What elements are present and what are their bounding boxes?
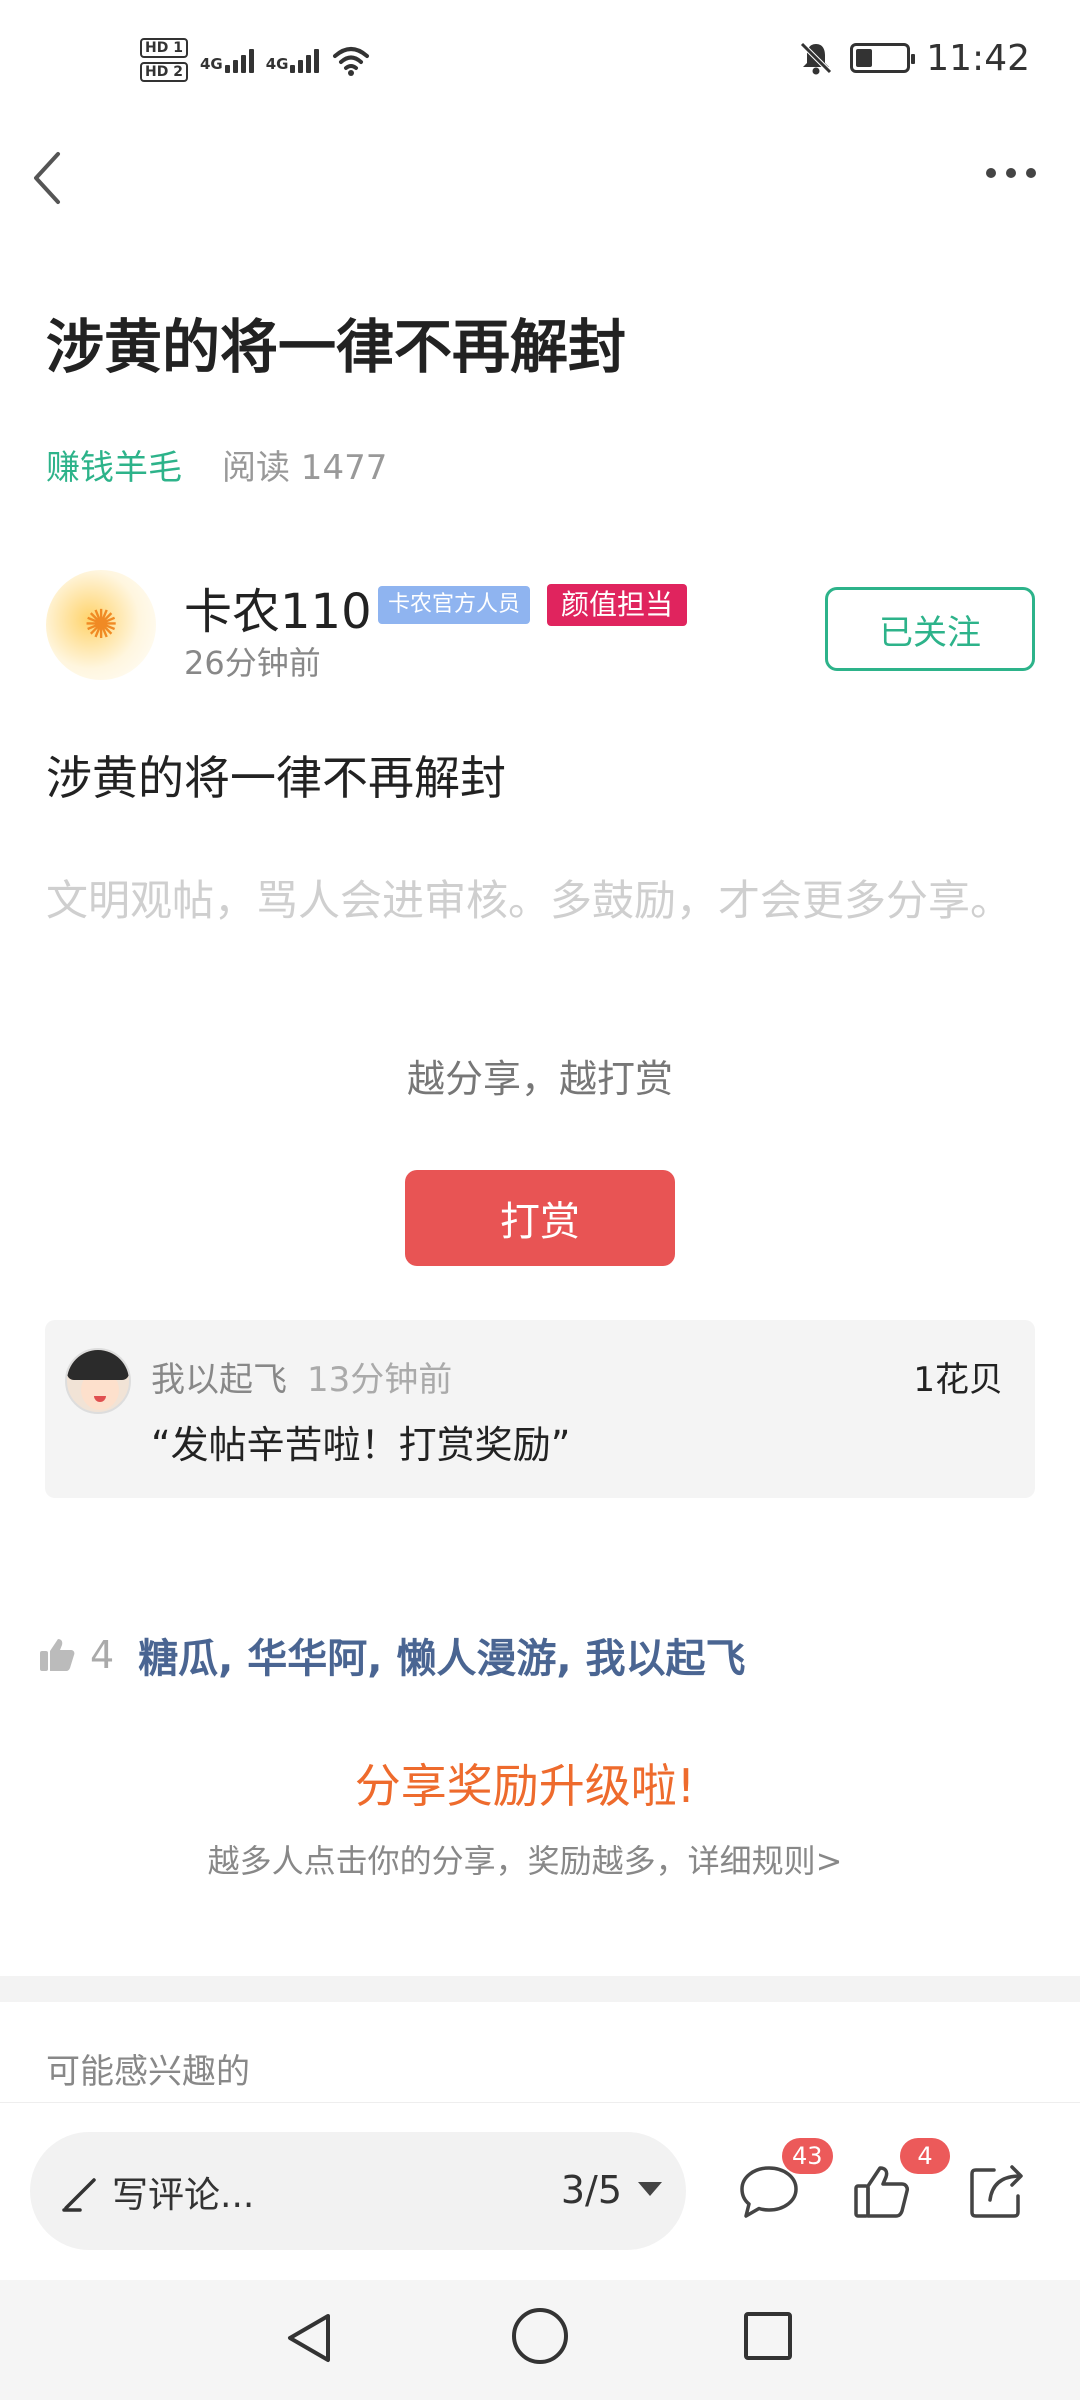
sim1-label: HD 1 [140, 38, 188, 58]
tip-record-card: 我以起飞 13分钟前 1花贝 “发帖辛苦啦！打赏奖励” [45, 1320, 1035, 1498]
sim2-label: HD 2 [140, 62, 188, 82]
status-bar-left: HD 1 HD 2 4G 4G [140, 34, 371, 86]
like-count: 4 [90, 1633, 115, 1677]
sim-indicators: HD 1 HD 2 [140, 38, 188, 82]
caret-down-icon[interactable] [638, 2182, 662, 2196]
page-indicator[interactable]: 3/5 [561, 2168, 622, 2212]
share-reward-text: 越分享，越打赏 [406, 1057, 673, 1101]
tip-amount: 1花贝 [913, 1360, 1003, 1400]
liker-names[interactable]: 糖瓜, 华华阿, 懒人漫游, 我以起飞 [138, 1626, 745, 1684]
network-2-label: 4G [265, 55, 289, 73]
upgrade-rules-link[interactable]: 越多人点击你的分享，奖励越多，详细规则> [0, 1836, 1050, 1882]
thumb-up-icon [40, 1639, 75, 1671]
nav-recent-icon[interactable] [744, 2312, 792, 2360]
likes-row: 4 糖瓜, 华华阿, 懒人漫游, 我以起飞 [38, 1626, 746, 1684]
status-bar-right: 11:42 [798, 37, 1030, 79]
sun-icon: ✺ [84, 602, 118, 648]
follow-button[interactable]: 已关注 [825, 587, 1035, 671]
signal-icon [224, 47, 254, 73]
status-time: 11:42 [926, 37, 1030, 79]
network-1: 4G [200, 47, 254, 73]
tipper-avatar[interactable] [65, 1348, 131, 1414]
post-time: 26分钟前 [184, 644, 321, 682]
mute-bell-icon [800, 42, 833, 75]
post-body: 涉黄的将一律不再解封 [46, 751, 506, 805]
author-avatar[interactable]: ✺ [46, 570, 156, 680]
title-badge: 颜值担当 [547, 584, 688, 626]
author-name[interactable]: 卡农110 [184, 572, 372, 642]
like-count-badge: 4 [900, 2138, 950, 2174]
tipper-name[interactable]: 我以起飞 [151, 1352, 287, 1401]
nav-back-icon[interactable] [284, 2310, 336, 2366]
comment-input[interactable]: 写评论... 3/5 [30, 2132, 686, 2250]
tip-button[interactable]: 打赏 [405, 1170, 675, 1266]
post-title: 涉黄的将一律不再解封 [46, 313, 627, 381]
read-count: 阅读 1477 [222, 448, 388, 488]
network-2: 4G [266, 47, 320, 73]
civility-hint: 文明观帖，骂人会进审核。多鼓励，才会更多分享。 [46, 876, 1013, 925]
nav-home-icon[interactable] [512, 2308, 568, 2364]
share-icon[interactable] [962, 2156, 1032, 2226]
official-badge: 卡农官方人员 [378, 586, 531, 624]
comment-placeholder: 写评论... [112, 2175, 255, 2216]
interest-heading: 可能感兴趣的 [46, 2052, 250, 2092]
signal-icon [290, 47, 320, 73]
battery-icon [850, 43, 916, 73]
post-meta: 赚钱羊毛 阅读 1477 [46, 440, 387, 489]
network-1-label: 4G [199, 55, 223, 73]
category-link[interactable]: 赚钱羊毛 [46, 440, 182, 489]
wifi-icon [333, 47, 370, 76]
comment-count-badge: 43 [782, 2138, 833, 2174]
tip-time: 13分钟前 [307, 1360, 453, 1400]
tip-message: “发帖辛苦啦！打赏奖励” [151, 1423, 571, 1467]
upgrade-title: 分享奖励升级啦! [354, 1759, 696, 1813]
section-divider [0, 1976, 1080, 2002]
pencil-icon [62, 2178, 96, 2212]
back-arrow-icon[interactable] [28, 148, 68, 208]
more-dots-icon[interactable] [986, 168, 1036, 178]
